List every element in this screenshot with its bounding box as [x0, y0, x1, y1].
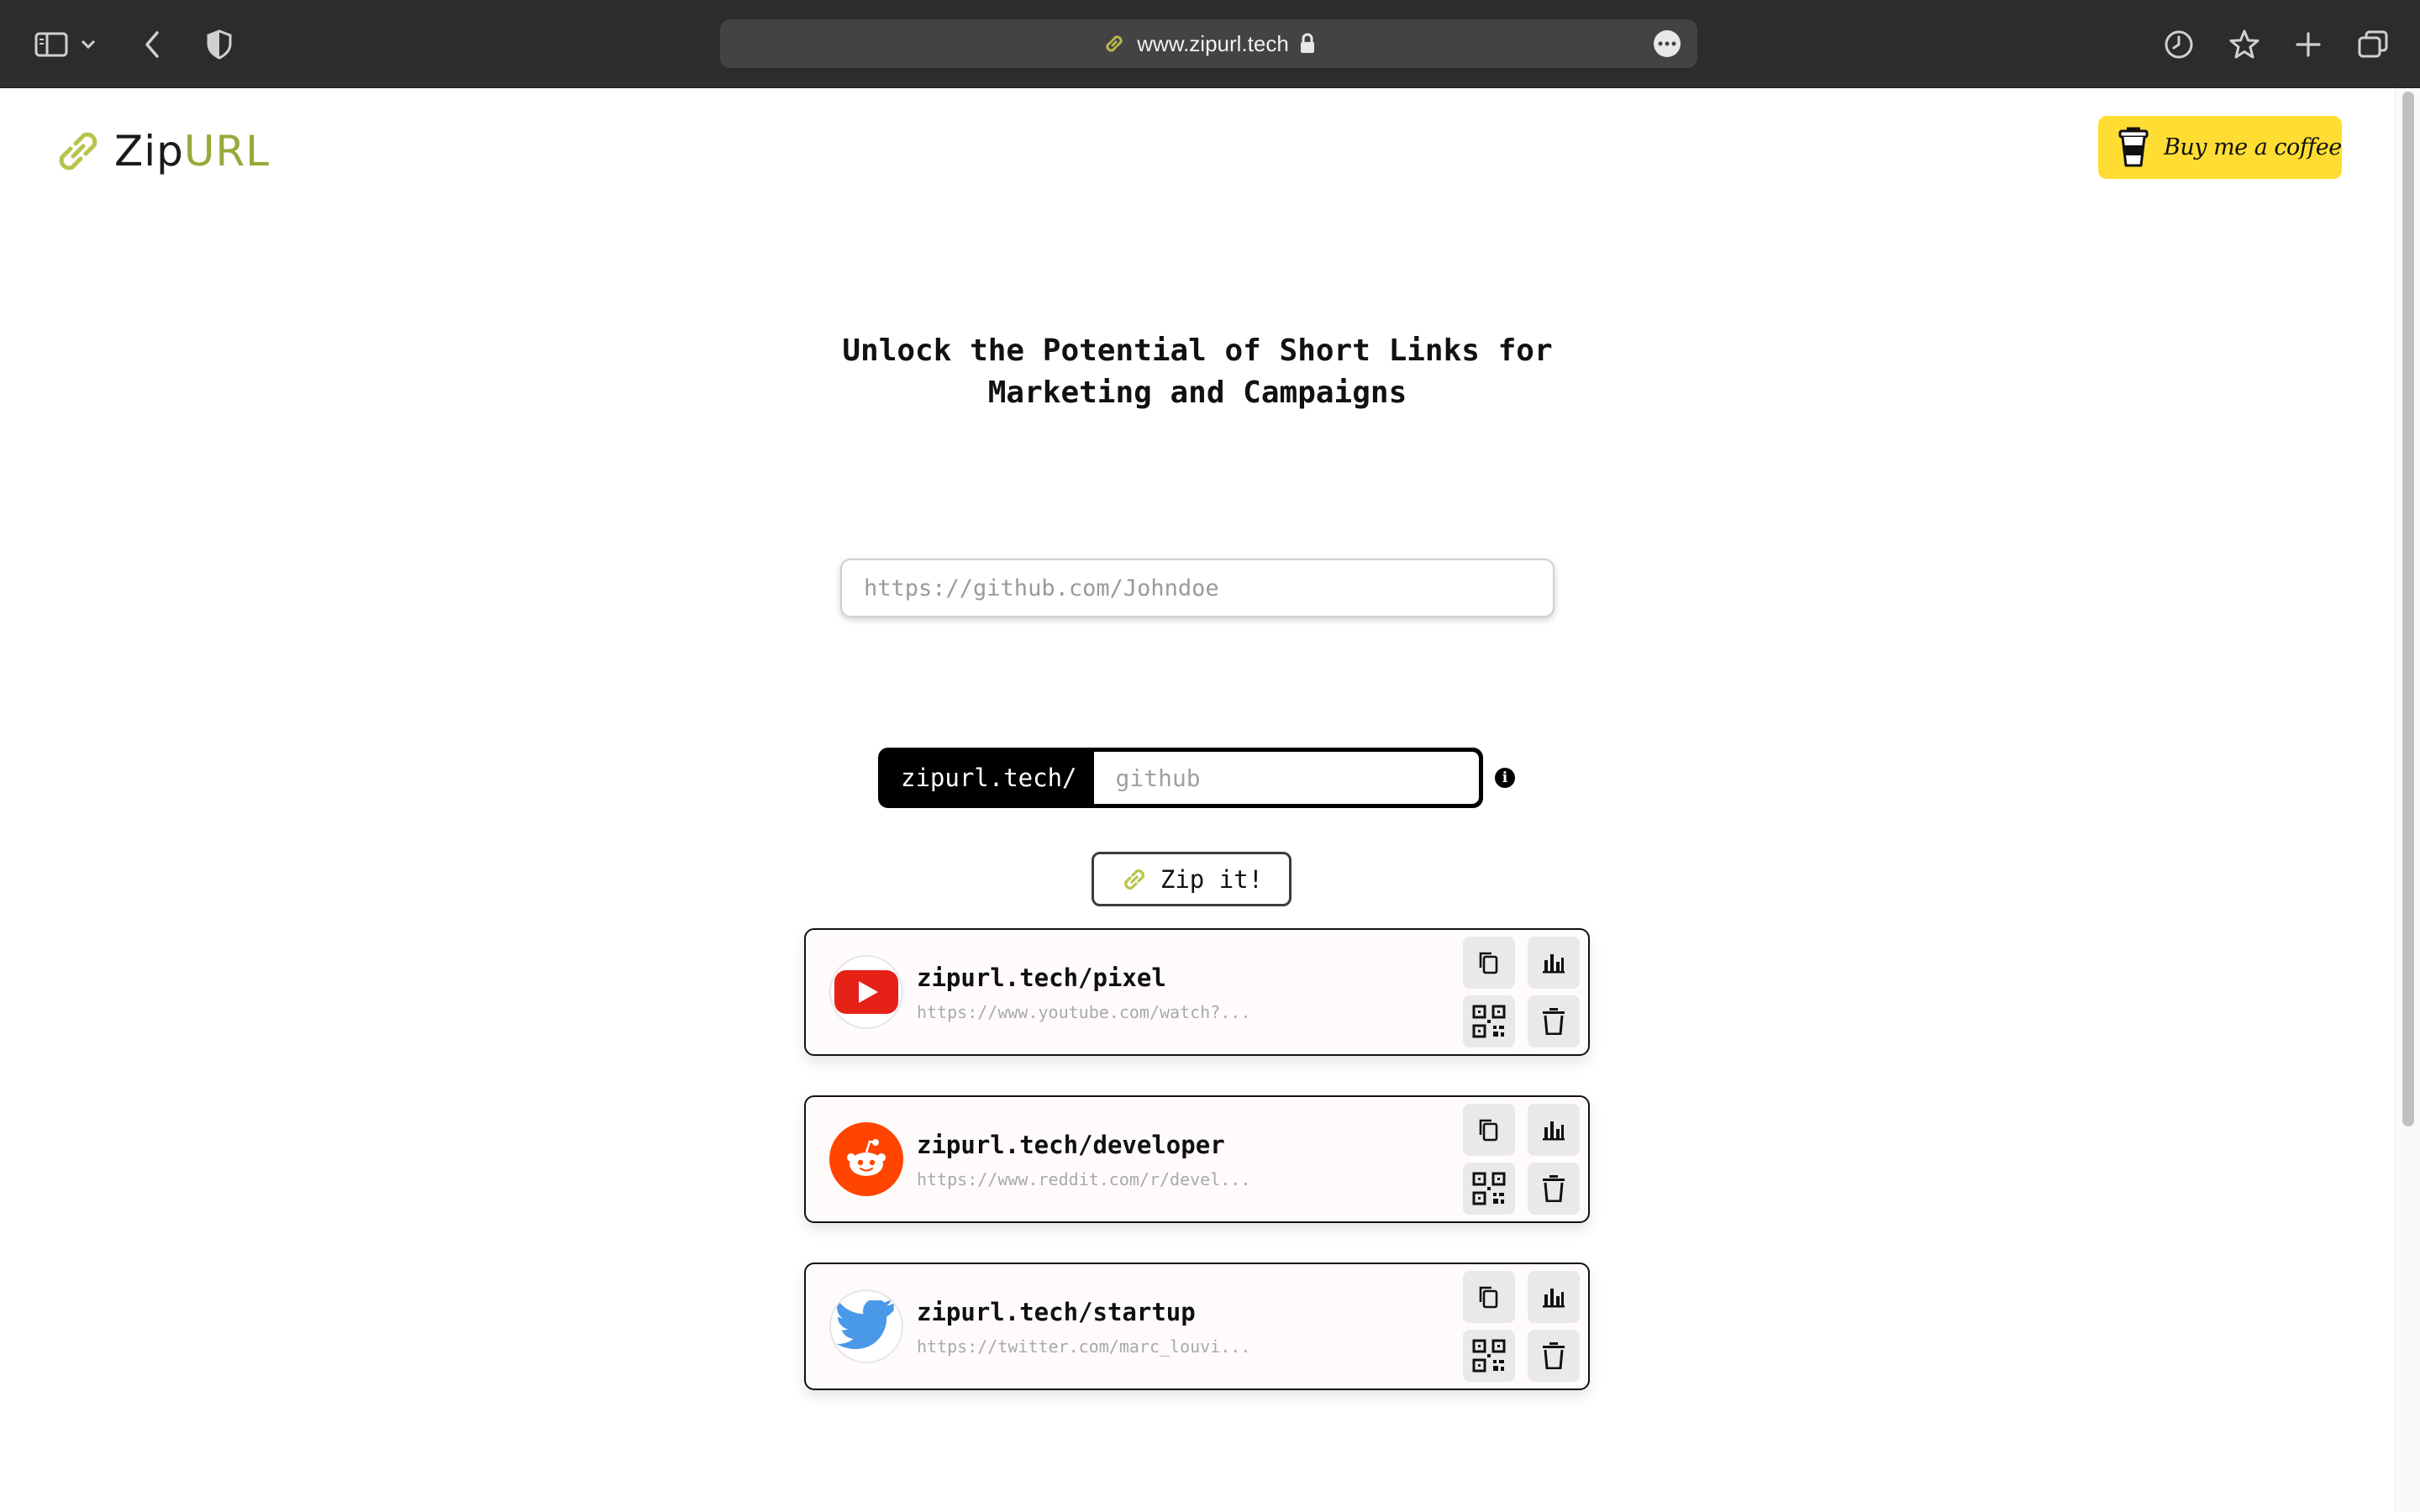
coffee-label: Buy me a coffee — [2164, 134, 2342, 160]
link-card: zipurl.tech/pixel https://www.youtube.co… — [804, 928, 1590, 1056]
short-url[interactable]: zipurl.tech/startup — [917, 1298, 1196, 1326]
alias-prefix: zipurl.tech/ — [901, 764, 1077, 792]
clock-icon — [2165, 30, 2193, 59]
twitter-logo-icon — [836, 1300, 894, 1350]
zip-it-label: Zip it! — [1160, 864, 1264, 894]
qr-code-icon — [1472, 1339, 1506, 1373]
sidebar-menu-dropdown[interactable] — [71, 18, 105, 71]
plus-icon — [2296, 32, 2321, 57]
delete-button[interactable] — [1528, 995, 1580, 1047]
chevron-left-icon — [145, 31, 159, 58]
bar-chart-icon — [1543, 1289, 1565, 1308]
alias-field-group: zipurl.tech/ — [878, 748, 1483, 808]
history-button[interactable] — [2153, 18, 2205, 71]
page-menu-button[interactable] — [1654, 30, 1681, 57]
info-icon[interactable]: i — [1495, 768, 1515, 788]
chain-link-icon — [1124, 869, 1144, 890]
link-card: zipurl.tech/startup https://twitter.com/… — [804, 1263, 1590, 1390]
trash-icon — [1543, 1175, 1565, 1202]
zip-it-button[interactable]: Zip it! — [1092, 852, 1292, 906]
qr-code-icon — [1472, 1005, 1506, 1038]
reddit-logo-icon — [833, 1126, 900, 1193]
qr-code-button[interactable] — [1463, 1163, 1515, 1215]
qr-code-icon — [1472, 1172, 1506, 1205]
sidebar-toggle-button[interactable] — [25, 18, 77, 71]
logo-text: ZipURL — [114, 127, 270, 176]
copy-icon — [1479, 1286, 1498, 1309]
short-url[interactable]: zipurl.tech/pixel — [917, 963, 1166, 992]
address-text: www.zipurl.tech — [1137, 30, 1289, 56]
shield-icon — [207, 29, 232, 60]
copy-button[interactable] — [1463, 1271, 1515, 1323]
link-icon — [1106, 35, 1123, 52]
link-card: zipurl.tech/developer https://www.reddit… — [804, 1095, 1590, 1223]
qr-code-button[interactable] — [1463, 995, 1515, 1047]
link-favicon — [829, 1289, 903, 1363]
browser-toolbar: www.zipurl.tech — [0, 0, 2420, 88]
logo-text-url: URL — [183, 127, 271, 176]
stats-button[interactable] — [1528, 937, 1580, 989]
qr-code-button[interactable] — [1463, 1330, 1515, 1382]
original-url: https://www.reddit.com/r/devel... — [917, 1169, 1251, 1189]
coffee-cup-icon — [2118, 127, 2149, 166]
address-bar[interactable]: www.zipurl.tech — [720, 19, 1697, 68]
youtube-logo-icon — [834, 970, 898, 1014]
copy-button[interactable] — [1463, 937, 1515, 989]
sidebar-icon — [34, 32, 68, 57]
bar-chart-icon — [1543, 954, 1565, 974]
stats-button[interactable] — [1528, 1271, 1580, 1323]
copy-button[interactable] — [1463, 1104, 1515, 1156]
original-url: https://twitter.com/marc_louvi... — [917, 1336, 1251, 1357]
lock-icon — [1300, 33, 1314, 53]
chain-link-icon — [59, 132, 97, 171]
page-scrollbar[interactable] — [2395, 88, 2420, 1512]
star-icon — [2229, 29, 2260, 59]
web-page: ZipURL Buy me a coffee Unlock the Potent… — [0, 88, 2395, 1512]
trash-icon — [1543, 1008, 1565, 1035]
new-tab-button[interactable] — [2282, 18, 2334, 71]
delete-button[interactable] — [1528, 1330, 1580, 1382]
short-url[interactable]: zipurl.tech/developer — [917, 1131, 1225, 1159]
tabs-overview-icon — [2358, 30, 2388, 58]
link-favicon — [829, 1122, 903, 1196]
page-headline: Unlock the Potential of Short Links for … — [756, 330, 1639, 414]
stats-button[interactable] — [1528, 1104, 1580, 1156]
privacy-report-button[interactable] — [193, 18, 245, 71]
logo[interactable]: ZipURL — [54, 122, 270, 181]
logo-text-zip: Zip — [114, 127, 184, 176]
headline-line-2: Marketing and Campaigns — [987, 375, 1407, 410]
copy-icon — [1479, 1119, 1498, 1142]
back-button[interactable] — [126, 18, 178, 71]
bar-chart-icon — [1543, 1121, 1565, 1141]
tab-overview-button[interactable] — [2347, 18, 2399, 71]
long-url-input[interactable] — [840, 559, 1555, 617]
chevron-down-icon — [81, 39, 96, 50]
alias-input[interactable] — [1093, 752, 1479, 804]
scrollbar-thumb[interactable] — [2402, 92, 2414, 1126]
original-url: https://www.youtube.com/watch?... — [917, 1002, 1251, 1022]
delete-button[interactable] — [1528, 1163, 1580, 1215]
headline-line-1: Unlock the Potential of Short Links for — [842, 333, 1553, 368]
buy-me-a-coffee-button[interactable]: Buy me a coffee — [2098, 116, 2342, 179]
copy-icon — [1479, 952, 1498, 974]
trash-icon — [1543, 1342, 1565, 1369]
bookmark-button[interactable] — [2218, 18, 2270, 71]
link-favicon — [829, 955, 903, 1029]
more-icon — [1658, 41, 1676, 46]
